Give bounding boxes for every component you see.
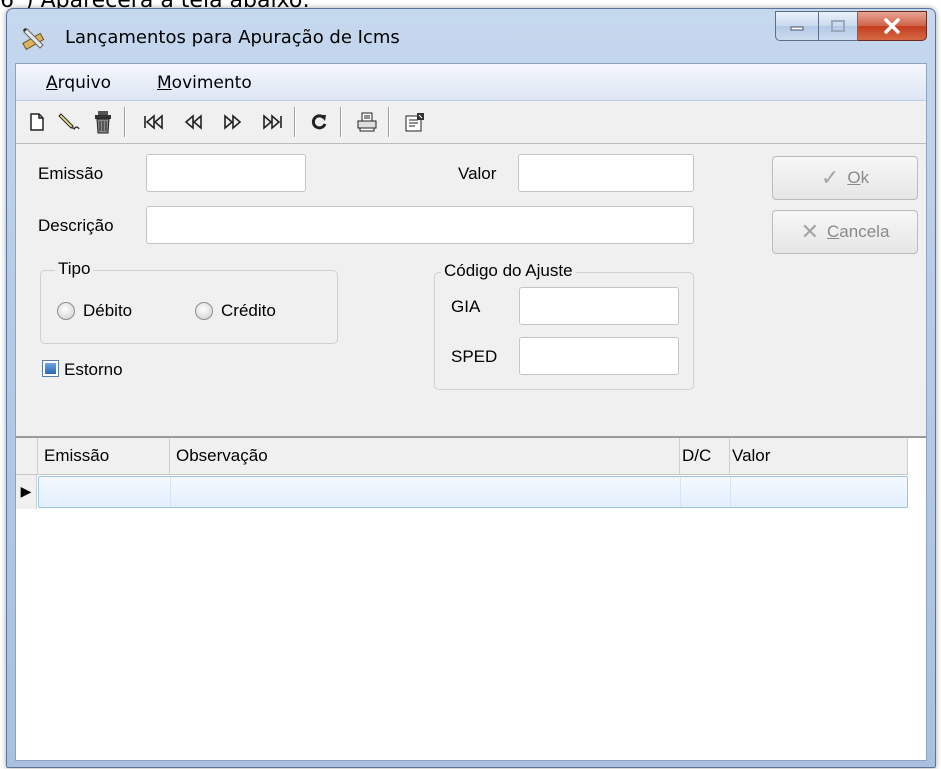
toolbar-separator — [294, 107, 296, 137]
pencil-ruler-icon — [22, 28, 45, 51]
print-icon — [357, 112, 377, 132]
new-button[interactable] — [22, 108, 52, 136]
cancela-button[interactable]: ✕ Cancela — [772, 210, 918, 254]
row-indicator-header — [16, 438, 38, 474]
form-panel: Emissão Valor Descrição Tipo Débito Créd… — [16, 144, 926, 438]
cell-divider — [730, 477, 731, 507]
close-button[interactable] — [858, 11, 927, 41]
estorno-checkbox[interactable] — [42, 360, 59, 377]
descricao-input[interactable] — [146, 206, 694, 244]
edit-button[interactable] — [54, 108, 84, 136]
delete-trash-icon — [95, 111, 111, 134]
cell-divider — [680, 477, 681, 507]
ok-label: k — [860, 168, 870, 187]
delete-button[interactable] — [88, 108, 118, 136]
properties-button[interactable] — [400, 108, 430, 136]
minimize-icon — [790, 26, 804, 31]
emissao-input[interactable] — [146, 154, 306, 192]
lancamentos-grid: Emissão Observação D/C Valor ▶ — [16, 438, 926, 760]
col-valor[interactable]: Valor — [730, 438, 908, 474]
refresh-icon — [311, 114, 327, 130]
last-record-button[interactable] — [258, 108, 288, 136]
cancel-x-icon: ✕ — [800, 219, 820, 244]
ok-button[interactable]: ✓ Ok — [772, 156, 918, 200]
table-row-cells[interactable] — [38, 476, 908, 508]
menu-arquivo[interactable]: Arquivo — [46, 73, 111, 93]
toolbar-separator — [124, 107, 126, 137]
tipo-group-title: Tipo — [55, 259, 94, 279]
toolbar — [16, 101, 926, 144]
last-record-icon — [263, 114, 282, 130]
current-row-arrow-icon: ▶ — [16, 475, 37, 509]
cancela-mnemonic: C — [827, 222, 840, 241]
col-emissao[interactable]: Emissão — [38, 438, 170, 474]
debito-radio[interactable] — [57, 302, 75, 320]
icms-window: Lançamentos para Apuração de Icms Arquiv… — [6, 8, 936, 768]
sped-input[interactable] — [519, 337, 679, 375]
credito-radio[interactable] — [195, 302, 213, 320]
codigo-ajuste-title: Código do Ajuste — [441, 261, 576, 281]
gia-label: GIA — [451, 297, 481, 316]
next-record-icon — [224, 114, 242, 130]
menu-arquivo-mnemonic: A — [46, 73, 58, 93]
cell-divider — [170, 477, 171, 507]
tipo-group: Tipo Débito Crédito — [40, 259, 338, 344]
edit-icon — [58, 113, 80, 130]
first-record-icon — [144, 114, 163, 130]
ok-mnemonic: O — [847, 168, 861, 187]
menu-arquivo-label: rquivo — [57, 73, 112, 93]
table-row[interactable]: ▶ — [16, 475, 908, 509]
cancela-label: ancela — [839, 222, 890, 241]
client-area: Arquivo Movimento Emissão Valor Descriçã… — [15, 63, 927, 761]
print-button[interactable] — [352, 108, 382, 136]
menu-movimento-label: ovimento — [171, 73, 252, 93]
descricao-label: Descrição — [38, 216, 114, 235]
debito-label[interactable]: Débito — [83, 301, 132, 321]
menu-movimento[interactable]: Movimento — [157, 73, 252, 93]
title-bar[interactable]: Lançamentos para Apuração de Icms — [7, 9, 935, 64]
new-document-icon — [30, 113, 44, 131]
valor-label: Valor — [458, 164, 497, 183]
maximize-button[interactable] — [819, 11, 858, 41]
window-title: Lançamentos para Apuração de Icms — [65, 27, 400, 48]
menu-bar: Arquivo Movimento — [16, 64, 926, 101]
next-record-button[interactable] — [218, 108, 248, 136]
first-record-button[interactable] — [138, 108, 168, 136]
emissao-label: Emissão — [38, 164, 104, 183]
maximize-icon — [831, 20, 845, 32]
menu-movimento-mnemonic: M — [157, 73, 172, 93]
codigo-ajuste-group: Código do Ajuste GIA SPED — [434, 261, 694, 390]
properties-icon — [405, 113, 424, 132]
close-icon — [884, 18, 900, 34]
valor-input[interactable] — [518, 154, 694, 192]
checkmark-icon: ✓ — [820, 165, 840, 190]
previous-record-icon — [184, 114, 202, 130]
grid-header: Emissão Observação D/C Valor — [16, 438, 908, 475]
previous-record-button[interactable] — [178, 108, 208, 136]
window-controls — [775, 11, 927, 41]
minimize-button[interactable] — [775, 11, 819, 41]
toolbar-separator — [388, 107, 390, 137]
credito-label[interactable]: Crédito — [221, 301, 276, 321]
toolbar-separator — [340, 107, 342, 137]
sped-label: SPED — [451, 347, 498, 366]
estorno-label[interactable]: Estorno — [64, 360, 123, 380]
col-observacao[interactable]: Observação — [170, 438, 680, 474]
gia-input[interactable] — [519, 287, 679, 325]
refresh-button[interactable] — [304, 108, 334, 136]
col-dc[interactable]: D/C — [680, 438, 730, 474]
